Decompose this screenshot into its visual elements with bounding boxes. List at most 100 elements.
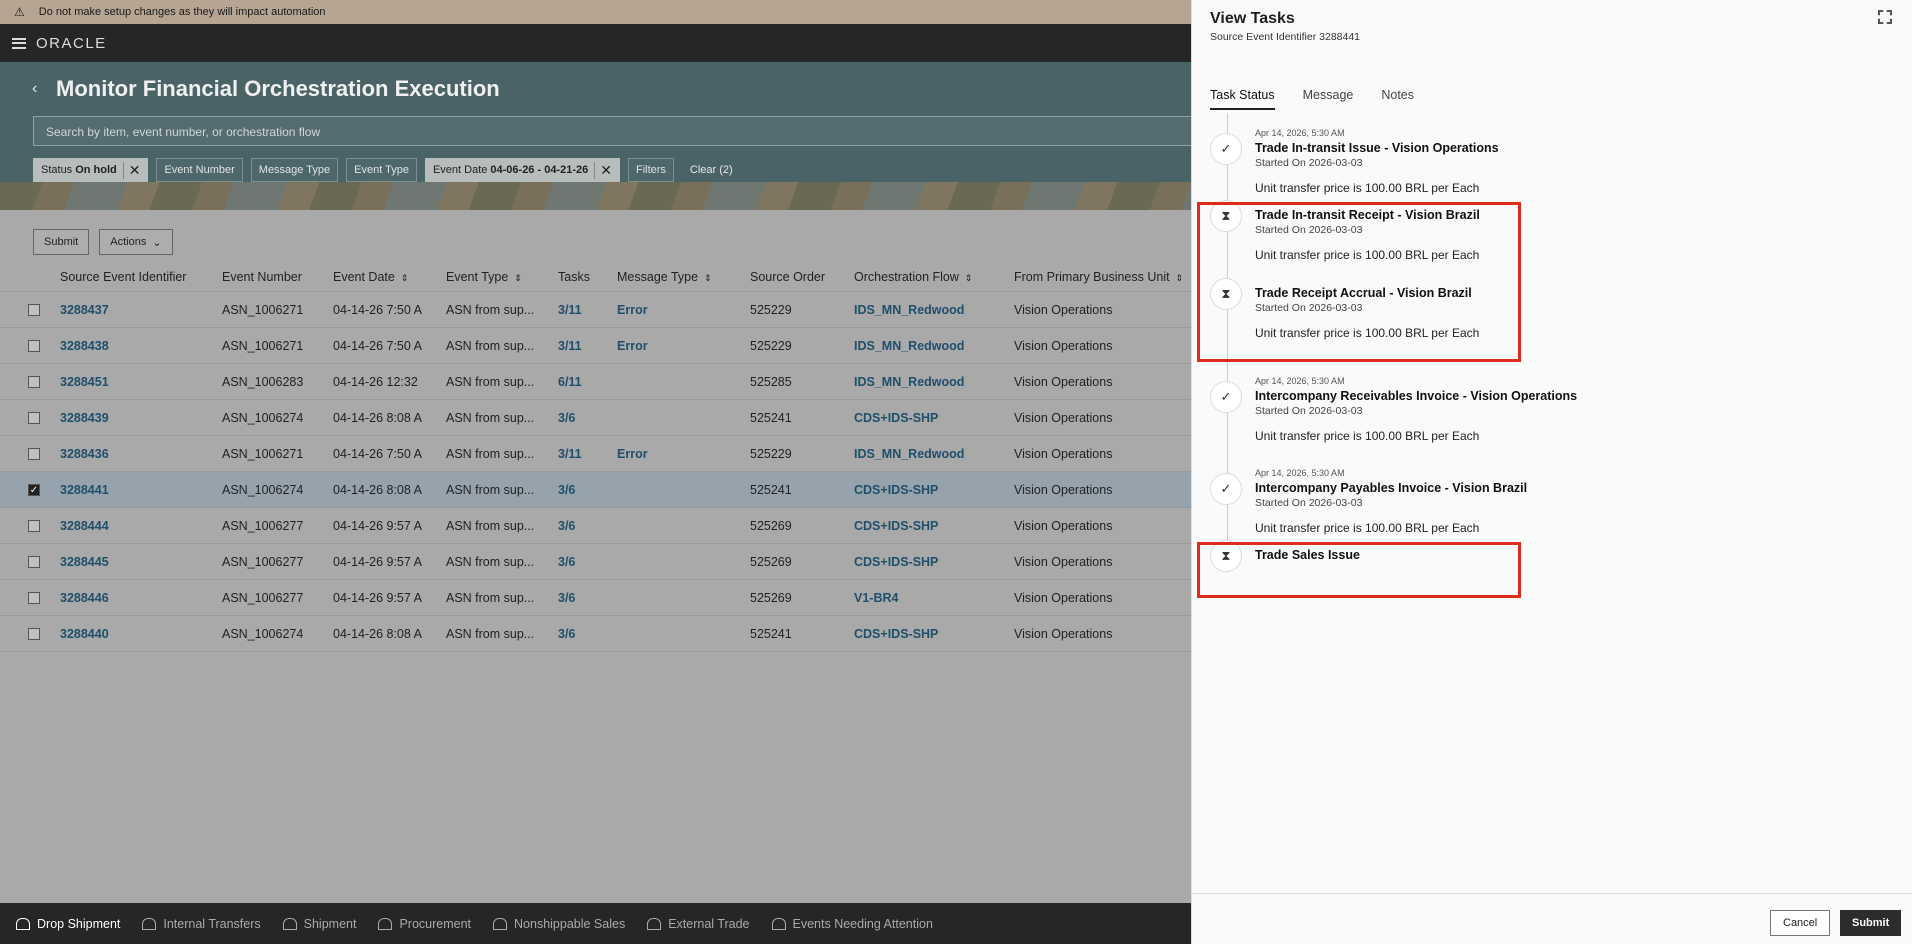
tasks-link[interactable]: 3/6 bbox=[558, 519, 617, 533]
orchestration-flow-link[interactable]: CDS+IDS-SHP bbox=[854, 627, 1014, 641]
back-icon[interactable]: ‹ bbox=[32, 80, 37, 98]
filters-button[interactable]: Filters bbox=[627, 158, 674, 182]
table-row[interactable]: 3288436 ASN_1006271 04-14-26 7:50 A ASN fro… bbox=[0, 436, 1191, 472]
row-checkbox[interactable] bbox=[28, 339, 40, 352]
source-event-link[interactable]: 3288438 bbox=[60, 339, 222, 353]
search-input[interactable]: Search by item, event number, or orchest… bbox=[33, 116, 1191, 146]
table-row[interactable]: 3288439 ASN_1006274 04-14-26 8:08 A ASN fro… bbox=[0, 400, 1191, 436]
tasks-link[interactable]: 3/11 bbox=[558, 339, 617, 353]
event-type-filter-chip[interactable]: Event Type bbox=[346, 158, 417, 182]
actions-menu-button[interactable]: Actions ⌄ bbox=[99, 229, 173, 255]
row-checkbox[interactable] bbox=[28, 447, 40, 460]
message-type-link[interactable]: Error bbox=[617, 339, 750, 353]
tasks-link[interactable]: 3/6 bbox=[558, 483, 617, 497]
close-icon[interactable]: ✕ bbox=[594, 161, 612, 179]
row-checkbox[interactable] bbox=[28, 627, 40, 640]
bottom-tab[interactable]: Events Needing Attention bbox=[771, 917, 933, 931]
column-header[interactable]: Source Event Identifier bbox=[60, 270, 222, 284]
column-header[interactable]: Event Number bbox=[222, 270, 333, 284]
tasks-link[interactable]: 3/6 bbox=[558, 591, 617, 605]
orchestration-flow-link[interactable]: IDS_MN_Redwood bbox=[854, 375, 1014, 389]
event-number-cell: ASN_1006277 bbox=[222, 518, 304, 533]
table-row[interactable]: 3288437 ASN_1006271 04-14-26 7:50 A ASN fro… bbox=[0, 292, 1191, 328]
menu-icon[interactable] bbox=[12, 37, 26, 49]
source-event-link[interactable]: 3288439 bbox=[60, 411, 222, 425]
column-header[interactable]: From Primary Business Unit ⇕ bbox=[1014, 270, 1189, 284]
checkmark-icon: ✓ bbox=[1210, 473, 1242, 505]
table-row[interactable]: 3288451 ASN_1006283 04-14-26 12:32 ASN from… bbox=[0, 364, 1191, 400]
orchestration-flow-link[interactable]: CDS+IDS-SHP bbox=[854, 411, 1014, 425]
source-event-link[interactable]: 3288445 bbox=[60, 555, 222, 569]
bottom-tab[interactable]: Shipment bbox=[282, 917, 356, 931]
orchestration-flow-link[interactable]: CDS+IDS-SHP bbox=[854, 555, 1014, 569]
table-row[interactable]: ✓ 3288441 ASN_1006274 04-14-26 8:08 A ASN fr… bbox=[0, 472, 1191, 508]
tasks-link[interactable]: 3/11 bbox=[558, 447, 617, 461]
event-date-filter-chip[interactable]: Event Date 04-06-26 - 04-21-26 ✕ bbox=[424, 158, 620, 182]
column-header[interactable]: Message Type ⇕ bbox=[617, 270, 750, 284]
event-date-cell: 04-14-26 7:50 A bbox=[333, 338, 422, 353]
orchestration-flow-link[interactable]: V1-BR4 bbox=[854, 591, 1014, 605]
event-number-filter-chip[interactable]: Event Number bbox=[156, 158, 243, 182]
orchestration-flow-link[interactable]: CDS+IDS-SHP bbox=[854, 483, 1014, 497]
source-event-link[interactable]: 3288437 bbox=[60, 303, 222, 317]
source-event-link[interactable]: 3288451 bbox=[60, 375, 222, 389]
source-event-link[interactable]: 3288440 bbox=[60, 627, 222, 641]
orchestration-flow-link[interactable]: IDS_MN_Redwood bbox=[854, 303, 1014, 317]
tasks-link[interactable]: 3/6 bbox=[558, 555, 617, 569]
column-header[interactable]: Event Type ⇕ bbox=[446, 270, 558, 284]
status-filter-chip[interactable]: Status On hold ✕ bbox=[33, 158, 149, 182]
column-header[interactable]: Source Order bbox=[750, 270, 854, 284]
row-checkbox[interactable] bbox=[28, 303, 40, 316]
bottom-tab[interactable]: Internal Transfers bbox=[142, 917, 261, 931]
panel-submit-button[interactable]: Submit bbox=[1840, 910, 1902, 936]
message-type-link[interactable]: Error bbox=[617, 303, 750, 317]
event-date-cell: 04-14-26 7:50 A bbox=[333, 302, 422, 317]
close-icon[interactable]: ✕ bbox=[122, 161, 140, 179]
source-event-link[interactable]: 3288444 bbox=[60, 519, 222, 533]
event-date-cell: 04-14-26 8:08 A bbox=[333, 410, 422, 425]
row-checkbox[interactable] bbox=[28, 519, 40, 532]
row-checkbox[interactable]: ✓ bbox=[28, 483, 40, 496]
message-type-link[interactable]: Error bbox=[617, 447, 750, 461]
table-row[interactable]: 3288440 ASN_1006274 04-14-26 8:08 A ASN fro… bbox=[0, 616, 1191, 652]
column-header[interactable]: Event Date ⇕ bbox=[333, 270, 446, 284]
expand-icon[interactable] bbox=[1878, 10, 1892, 24]
tab-task-status[interactable]: Task Status bbox=[1210, 88, 1275, 110]
row-checkbox[interactable] bbox=[28, 591, 40, 604]
clear-filters-link[interactable]: Clear (2) bbox=[690, 164, 733, 176]
results-table: Source Event Identifier Event Number Eve… bbox=[0, 262, 1191, 652]
column-header[interactable]: Tasks bbox=[558, 270, 617, 284]
bottom-tab[interactable]: Nonshippable Sales bbox=[493, 917, 625, 931]
row-checkbox[interactable] bbox=[28, 555, 40, 568]
column-header[interactable]: Orchestration Flow ⇕ bbox=[854, 270, 1014, 284]
tasks-link[interactable]: 3/6 bbox=[558, 411, 617, 425]
message-type-filter-chip[interactable]: Message Type bbox=[250, 158, 339, 182]
tab-message[interactable]: Message bbox=[1303, 88, 1354, 110]
table-row[interactable]: 3288444 ASN_1006277 04-14-26 9:57 A ASN fro… bbox=[0, 508, 1191, 544]
sort-icon: ⇕ bbox=[400, 272, 409, 283]
row-checkbox[interactable] bbox=[28, 411, 40, 424]
bottom-tab[interactable]: Drop Shipment bbox=[16, 917, 120, 931]
tasks-link[interactable]: 6/11 bbox=[558, 375, 617, 389]
table-row[interactable]: 3288446 ASN_1006277 04-14-26 9:57 A ASN fro… bbox=[0, 580, 1191, 616]
bottom-tab[interactable]: Procurement bbox=[378, 917, 471, 931]
bottom-tab[interactable]: External Trade bbox=[647, 917, 750, 931]
source-event-link[interactable]: 3288441 bbox=[60, 483, 222, 497]
task-started: Started On 2026-03-03 bbox=[1255, 497, 1363, 509]
orchestration-flow-link[interactable]: CDS+IDS-SHP bbox=[854, 519, 1014, 533]
table-row[interactable]: 3288438 ASN_1006271 04-14-26 7:50 A ASN fro… bbox=[0, 328, 1191, 364]
source-event-link[interactable]: 3288436 bbox=[60, 447, 222, 461]
cancel-button[interactable]: Cancel bbox=[1770, 910, 1831, 936]
source-event-link[interactable]: 3288446 bbox=[60, 591, 222, 605]
table-row[interactable]: 3288445 ASN_1006277 04-14-26 9:57 A ASN fro… bbox=[0, 544, 1191, 580]
source-order-cell: 525269 bbox=[750, 554, 792, 569]
tab-notes[interactable]: Notes bbox=[1381, 88, 1414, 110]
orchestration-flow-link[interactable]: IDS_MN_Redwood bbox=[854, 339, 1014, 353]
tasks-link[interactable]: 3/11 bbox=[558, 303, 617, 317]
task-note: Unit transfer price is 100.00 BRL per Ea… bbox=[1255, 429, 1480, 443]
row-checkbox[interactable] bbox=[28, 375, 40, 388]
submit-button[interactable]: Submit bbox=[33, 229, 90, 255]
event-number-cell: ASN_1006274 bbox=[222, 482, 304, 497]
orchestration-flow-link[interactable]: IDS_MN_Redwood bbox=[854, 447, 1014, 461]
tasks-link[interactable]: 3/6 bbox=[558, 627, 617, 641]
